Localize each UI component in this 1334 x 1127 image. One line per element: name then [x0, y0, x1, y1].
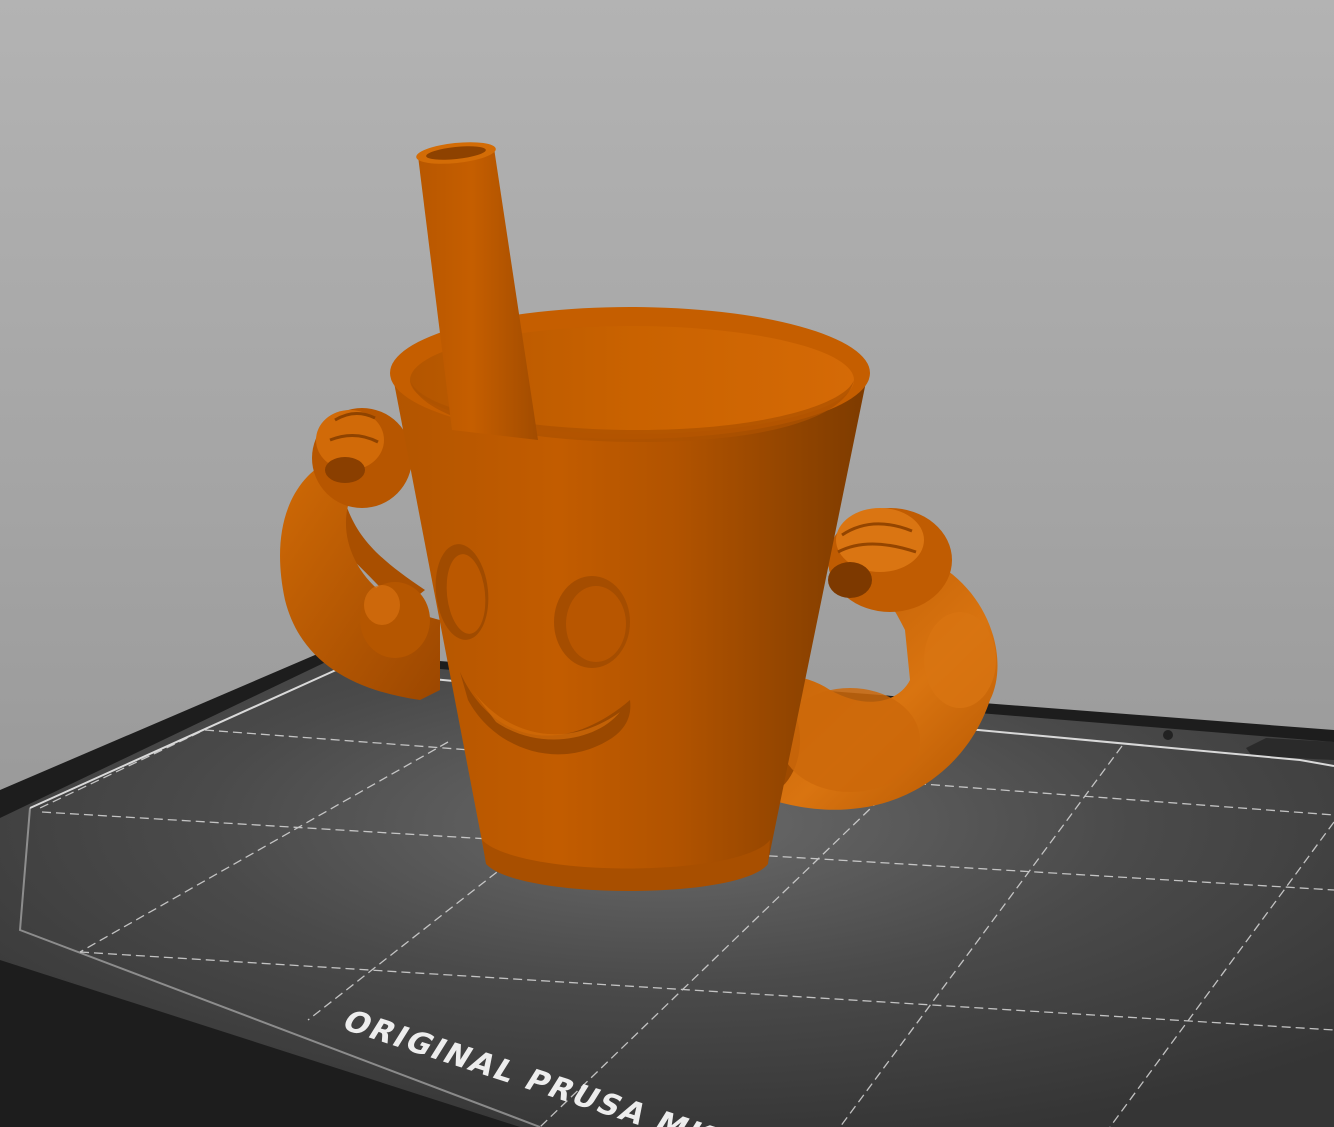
bed-pin	[1163, 730, 1173, 740]
scene-canvas[interactable]: ORIGINAL PRUSA MK	[0, 0, 1334, 1127]
3d-viewport[interactable]: ORIGINAL PRUSA MK	[0, 0, 1334, 1127]
